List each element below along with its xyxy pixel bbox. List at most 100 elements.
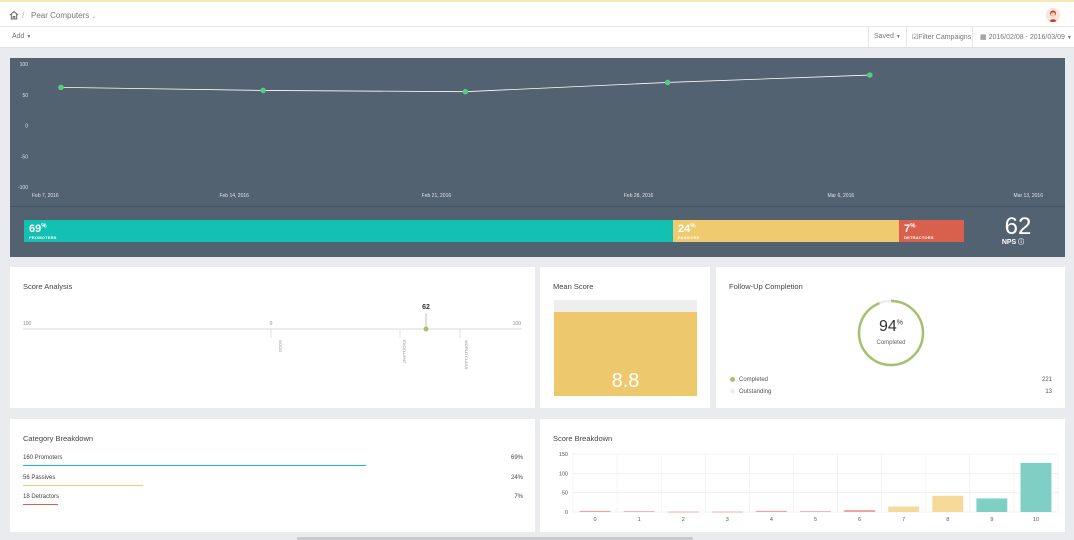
completed-dot-icon bbox=[730, 377, 735, 382]
y-tick-label: 0 bbox=[565, 510, 568, 516]
category-value: 69% bbox=[510, 455, 523, 461]
category-bar bbox=[23, 485, 143, 486]
detractors-percent: 7% bbox=[904, 223, 915, 235]
x-tick-label: 0 bbox=[594, 517, 597, 523]
category-name: 56 Passives bbox=[23, 475, 56, 481]
zone-label-good: GOOD bbox=[278, 340, 283, 352]
passives-bar[interactable]: 24% PASSIVES bbox=[673, 220, 899, 242]
x-tick-label: Mar 13, 2016 bbox=[1014, 193, 1044, 199]
score-breakdown-card: Score Breakdown 0 50 100 150 0 1 2 3 4 5 6 7 8 9 10 bbox=[540, 419, 1065, 532]
passives-label: PASSIVES bbox=[678, 235, 700, 240]
trend-point bbox=[260, 87, 266, 94]
score-bar bbox=[844, 510, 876, 512]
completion-pct-value: 94 bbox=[878, 318, 897, 335]
category-breakdown-card: Category Breakdown 160 Promoters 69% 56 … bbox=[10, 419, 535, 532]
marker-value: 62 bbox=[422, 304, 430, 311]
gauge-marker[interactable] bbox=[423, 326, 429, 332]
caret-down-icon: ▼ bbox=[1066, 35, 1072, 41]
x-tick-label: 9 bbox=[990, 517, 993, 523]
toolbar-divider bbox=[868, 27, 869, 48]
info-icon[interactable]: ⓘ bbox=[1018, 240, 1024, 246]
score-bar bbox=[623, 511, 655, 513]
category-name: 160 Promoters bbox=[23, 455, 63, 461]
y-tick-label: 150 bbox=[559, 452, 568, 458]
x-tick-label: 6 bbox=[858, 517, 861, 523]
zone-label-excellent: EXCELLENT bbox=[402, 340, 407, 364]
completed-count: 221 bbox=[1041, 377, 1052, 383]
x-tick-label: 2 bbox=[682, 517, 685, 523]
passives-percent: 24% bbox=[678, 223, 696, 235]
score-bar bbox=[800, 511, 831, 513]
saved-label: Saved bbox=[874, 33, 894, 40]
scale-label-max: 100 bbox=[513, 321, 522, 327]
y-tick-label: -100 bbox=[18, 185, 28, 191]
y-tick-label: 100 bbox=[559, 471, 568, 477]
completion-donut bbox=[857, 299, 925, 367]
trend-point bbox=[867, 72, 873, 78]
filter-campaigns-button[interactable]: ☑Filter Campaigns bbox=[912, 33, 971, 41]
promoters-pct-sign: % bbox=[41, 223, 47, 230]
nps-trend-chart: 100 50 0 -50 -100 Feb 7, 2016 Feb 14, 2016 Feb … bbox=[18, 62, 1044, 199]
date-range-picker[interactable]: ▦ 2016/02/08 - 2016/03/09 ▼ bbox=[980, 33, 1072, 41]
score-bar bbox=[888, 506, 920, 512]
divider bbox=[10, 206, 1065, 207]
x-tick-label: 8 bbox=[946, 517, 949, 523]
card-title: Mean Score bbox=[553, 282, 594, 291]
nps-label-text: NPS bbox=[1001, 239, 1017, 246]
x-tick-label: 4 bbox=[770, 517, 773, 523]
promoters-bar[interactable]: 69% PROMOTERS bbox=[24, 220, 673, 242]
breadcrumb-separator: / bbox=[22, 10, 25, 20]
add-button[interactable]: Add ▼ bbox=[12, 33, 31, 40]
x-tick-label: 5 bbox=[814, 517, 817, 523]
score-bar bbox=[667, 511, 699, 513]
y-tick-label: 0 bbox=[25, 124, 28, 130]
y-tick-label: 50 bbox=[22, 93, 28, 99]
home-icon[interactable] bbox=[9, 10, 19, 20]
x-tick-label: 10 bbox=[1033, 517, 1039, 523]
score-bar bbox=[976, 498, 1008, 512]
breadcrumb-label: Pear Computers bbox=[31, 11, 90, 20]
detractors-label: DETRACTORS bbox=[904, 235, 934, 240]
nps-label: NPS ⓘ bbox=[993, 237, 1033, 246]
trend-point bbox=[462, 88, 469, 95]
outstanding-count: 13 bbox=[1045, 389, 1052, 395]
category-value: 7% bbox=[514, 494, 523, 500]
trend-point bbox=[664, 79, 671, 86]
x-tick-label: Mar 6, 2016 bbox=[827, 193, 854, 199]
avatar[interactable] bbox=[1046, 8, 1060, 22]
chevron-down-icon: ⌄ bbox=[91, 14, 97, 20]
x-tick-label: 7 bbox=[902, 517, 905, 523]
saved-dropdown[interactable]: Saved ▼ bbox=[874, 33, 901, 40]
legend-outstanding: Outstanding bbox=[730, 389, 771, 395]
zone-label-world-class: WORLD CLASS bbox=[464, 340, 469, 369]
date-range-label: 2016/02/08 - 2016/03/09 bbox=[988, 34, 1065, 41]
breadcrumb[interactable]: Pear Computers ⌄ bbox=[31, 11, 97, 20]
x-tick-label: 3 bbox=[726, 517, 729, 523]
score-bar bbox=[579, 510, 611, 512]
score-breakdown-chart: 0 50 100 150 0 1 2 3 4 5 6 7 8 9 10 bbox=[559, 452, 1059, 523]
x-tick-label: Feb 14, 2016 bbox=[219, 193, 249, 199]
outstanding-dot-icon bbox=[730, 389, 735, 394]
detractors-pct-sign: % bbox=[910, 223, 916, 230]
mean-score-card: Mean Score 8.8 bbox=[540, 267, 710, 408]
y-tick-label: 100 bbox=[20, 62, 29, 68]
detractors-bar[interactable]: 7% DETRACTORS bbox=[899, 220, 964, 242]
category-name: 18 Detractors bbox=[23, 494, 60, 500]
legend-label: Outstanding bbox=[739, 389, 772, 396]
follow-up-card: Follow-Up Completion 94% Completed Compl… bbox=[716, 267, 1065, 408]
toolbar-divider bbox=[972, 27, 973, 48]
nps-trend-panel: 100 50 0 -50 -100 Feb 7, 2016 Feb 14, 2016 Feb … bbox=[10, 58, 1065, 257]
calendar-icon: ▦ bbox=[980, 34, 987, 41]
legend-completed: Completed bbox=[730, 377, 768, 383]
x-tick-label: Feb 28, 2016 bbox=[624, 193, 654, 199]
y-tick-label: -50 bbox=[21, 154, 28, 160]
score-bar bbox=[755, 510, 787, 512]
toolbar: Add ▼ Saved ▼ ☑Filter Campaigns ▦ 2016/0… bbox=[0, 27, 1074, 48]
mean-score-value: 8.8 bbox=[611, 370, 640, 392]
scale-label-min: 100 bbox=[23, 321, 32, 327]
score-analysis-card: Score Analysis 62 100 0 100 GOOD EXCELLE… bbox=[10, 267, 535, 408]
top-bar: / Pear Computers ⌄ bbox=[0, 0, 1074, 27]
category-value: 24% bbox=[510, 475, 523, 481]
x-tick-label: 1 bbox=[638, 517, 641, 523]
x-tick-label: Feb 7, 2016 bbox=[32, 193, 59, 199]
